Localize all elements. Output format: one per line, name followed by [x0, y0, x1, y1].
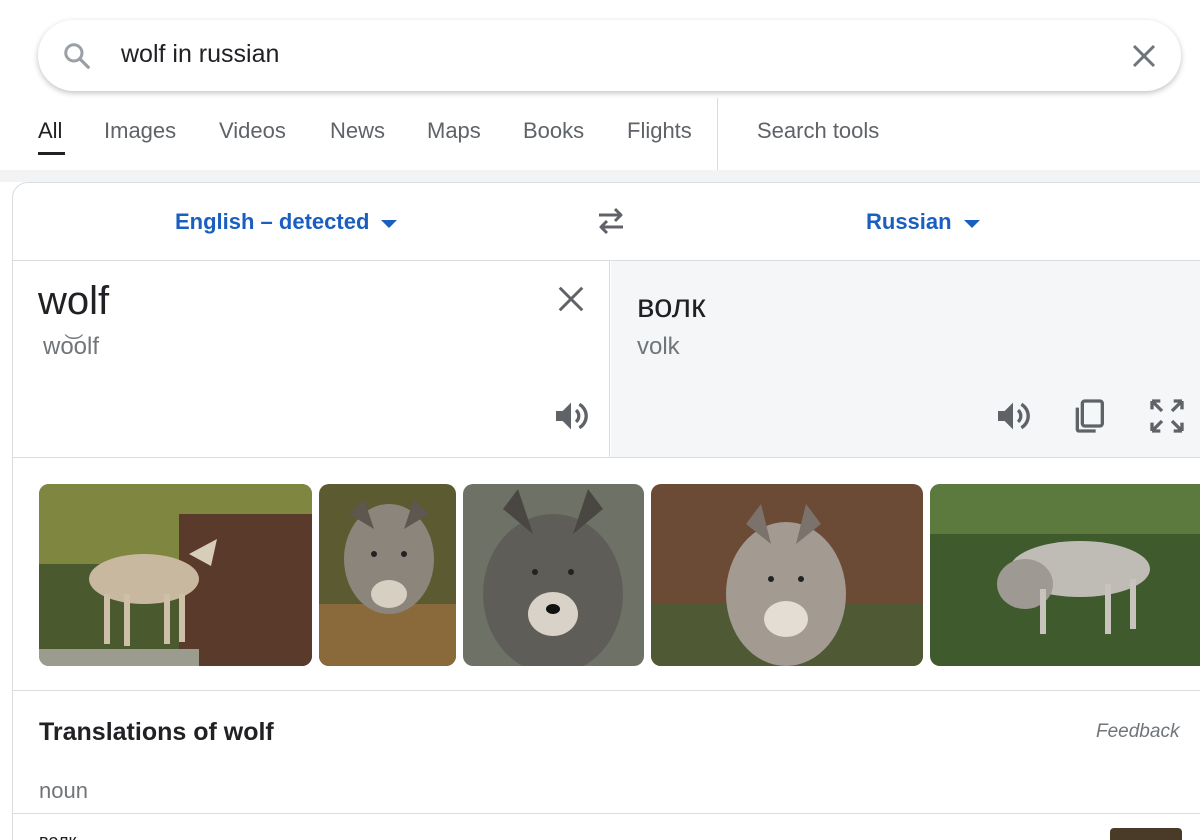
active-tab-indicator: [38, 152, 65, 155]
translations-divider: [13, 813, 1200, 814]
images-row: [13, 458, 1200, 691]
wolf-image-4[interactable]: [651, 484, 923, 666]
source-language-label: English – detected: [175, 209, 370, 234]
search-bar[interactable]: wolf in russian: [38, 20, 1181, 91]
source-phonetic: wo͝olf: [43, 333, 100, 360]
search-icon[interactable]: [62, 41, 92, 71]
listen-source-icon[interactable]: [551, 396, 591, 436]
copy-icon[interactable]: [1069, 396, 1109, 436]
translate-card: English – detected Russian wolf wo͝olf в…: [12, 182, 1200, 840]
tab-all[interactable]: All: [38, 118, 62, 144]
tab-videos[interactable]: Videos: [219, 118, 286, 144]
tab-images[interactable]: Images: [104, 118, 176, 144]
clear-search-icon[interactable]: [1129, 41, 1159, 71]
tab-maps[interactable]: Maps: [427, 118, 481, 144]
wolf-image-1[interactable]: [39, 484, 312, 666]
wolf-image-5[interactable]: [930, 484, 1200, 666]
source-panel[interactable]: wolf wo͝olf: [13, 261, 610, 457]
search-tools-button[interactable]: Search tools: [757, 118, 879, 144]
chevron-down-icon: [963, 220, 980, 228]
translations-heading: Translations of wolf: [39, 718, 274, 746]
part-of-speech-label: noun: [39, 778, 88, 803]
tab-flights[interactable]: Flights: [627, 118, 692, 144]
separator-band: [0, 170, 1200, 182]
source-language-dropdown[interactable]: English – detected: [175, 209, 398, 235]
translation-entry: волк: [39, 831, 76, 840]
target-language-label: Russian: [866, 209, 952, 234]
target-language-dropdown[interactable]: Russian: [866, 209, 980, 235]
chevron-down-icon: [381, 220, 398, 228]
wolf-image-3[interactable]: [463, 484, 644, 666]
tabs-divider: [717, 98, 718, 170]
tab-books[interactable]: Books: [523, 118, 584, 144]
swap-languages-icon[interactable]: [593, 205, 629, 237]
target-text: волк: [637, 287, 706, 324]
listen-target-icon[interactable]: [993, 396, 1033, 436]
target-panel: волк volk: [611, 261, 1200, 457]
language-selector-row: English – detected Russian: [13, 183, 1200, 261]
tab-news[interactable]: News: [330, 118, 385, 144]
search-tabs: All Images Videos News Maps Books Flight…: [0, 98, 1200, 170]
clear-source-icon[interactable]: [556, 284, 586, 314]
feedback-link[interactable]: Feedback: [1096, 721, 1179, 743]
translation-panels: wolf wo͝olf волк volk: [13, 261, 1200, 458]
source-text[interactable]: wolf: [38, 279, 109, 324]
wolf-image-2[interactable]: [319, 484, 456, 666]
target-romanization: volk: [637, 333, 680, 360]
fullscreen-icon[interactable]: [1147, 396, 1187, 436]
translation-entry-thumbnail[interactable]: [1110, 828, 1182, 840]
search-input[interactable]: wolf in russian: [121, 40, 279, 69]
